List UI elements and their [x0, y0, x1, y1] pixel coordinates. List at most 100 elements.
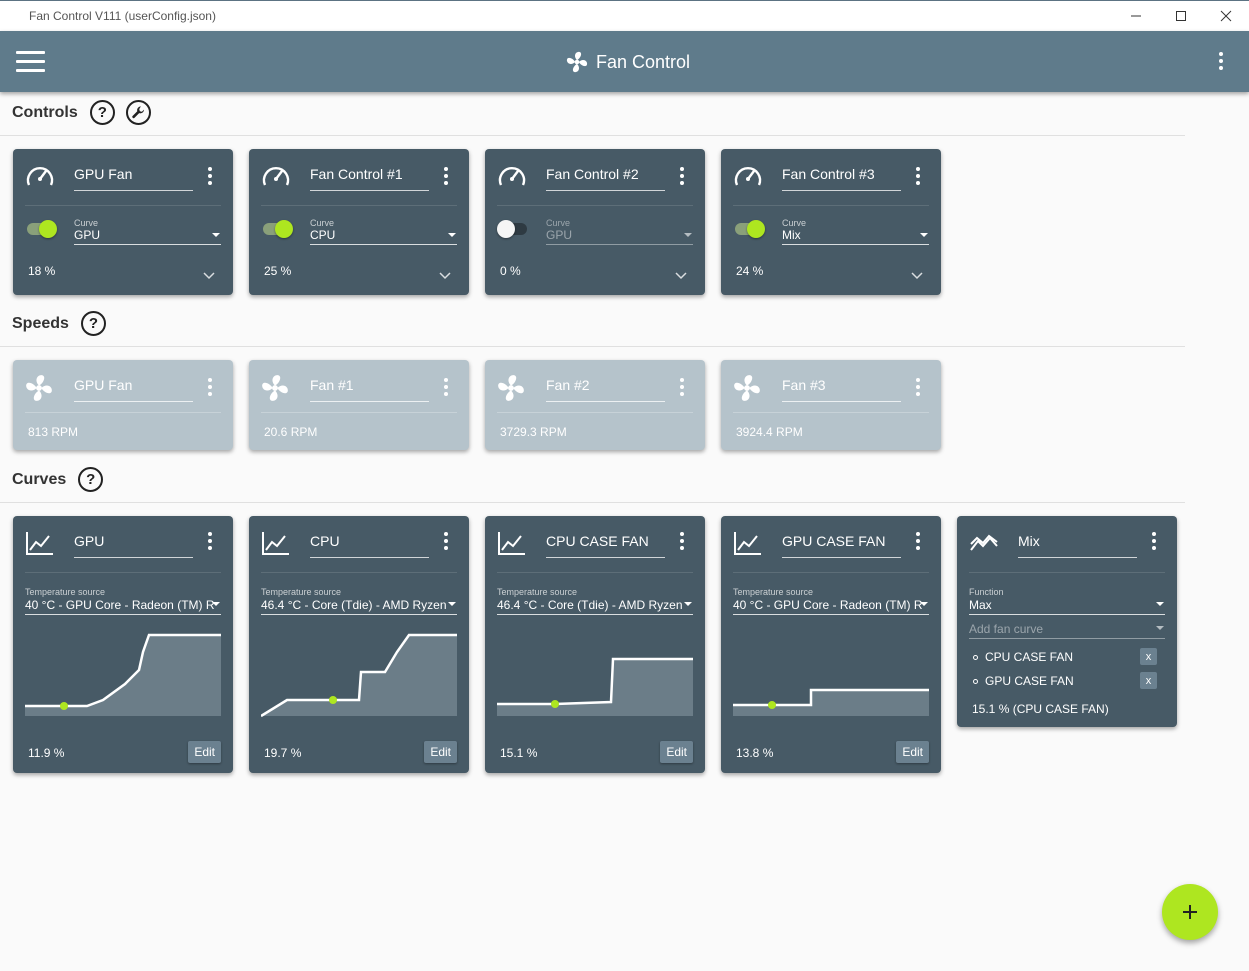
- expand-chevron-icon[interactable]: [675, 267, 687, 285]
- gauge-icon: [261, 163, 291, 194]
- enable-toggle[interactable]: [261, 219, 295, 239]
- fan-icon: [497, 374, 525, 407]
- more-vertical-icon[interactable]: [910, 529, 926, 553]
- card-divider: [497, 205, 693, 206]
- curve-graph[interactable]: [261, 632, 457, 718]
- curve-name[interactable]: GPU CASE FAN: [782, 533, 901, 558]
- enable-toggle[interactable]: [497, 219, 531, 239]
- hamburger-menu-icon[interactable]: [16, 51, 45, 73]
- speed-name[interactable]: Fan #3: [782, 377, 901, 402]
- card-divider: [25, 205, 221, 206]
- edit-button[interactable]: Edit: [188, 741, 221, 763]
- enable-toggle[interactable]: [25, 219, 59, 239]
- more-vertical-icon[interactable]: [674, 375, 690, 399]
- more-vertical-icon[interactable]: [674, 529, 690, 553]
- section-title-speeds: Speeds: [12, 314, 69, 332]
- mix-curve-name[interactable]: Mix: [1018, 533, 1137, 558]
- remove-item-button[interactable]: x: [1140, 672, 1157, 689]
- remove-item-button[interactable]: x: [1140, 648, 1157, 665]
- help-icon[interactable]: ?: [80, 311, 106, 336]
- edit-button[interactable]: Edit: [660, 741, 693, 763]
- speed-name[interactable]: Fan #2: [546, 377, 665, 402]
- curve-area: [261, 635, 457, 716]
- fan-icon: [566, 51, 588, 73]
- more-vertical-icon[interactable]: [910, 375, 926, 399]
- more-vertical-icon[interactable]: [1213, 49, 1229, 73]
- control-name[interactable]: Fan Control #2: [546, 166, 665, 191]
- edit-button[interactable]: Edit: [896, 741, 929, 763]
- more-vertical-icon[interactable]: [202, 164, 218, 188]
- curve-name[interactable]: CPU CASE FAN: [546, 533, 665, 558]
- curve-select[interactable]: GPU: [74, 228, 221, 245]
- add-button[interactable]: [1162, 884, 1218, 940]
- close-button[interactable]: [1203, 1, 1249, 31]
- function-select[interactable]: Max: [969, 598, 1165, 615]
- chevron-down-icon: [212, 602, 220, 606]
- curve-name[interactable]: GPU: [74, 533, 193, 558]
- control-card: Fan Control #1 Curve CPU 25 %: [249, 149, 469, 295]
- maximize-button[interactable]: [1158, 1, 1204, 31]
- curve-select[interactable]: Mix: [782, 228, 929, 245]
- minimize-icon: [1131, 15, 1141, 17]
- chevron-down-icon: [448, 602, 456, 606]
- help-icon[interactable]: ?: [89, 100, 115, 125]
- curve-name[interactable]: CPU: [310, 533, 429, 558]
- speed-rpm: 20.6 RPM: [264, 425, 318, 439]
- more-vertical-icon[interactable]: [202, 375, 218, 399]
- section-title-controls: Controls: [12, 103, 78, 121]
- control-card: GPU Fan Curve GPU 18 %: [13, 149, 233, 295]
- more-vertical-icon[interactable]: [674, 164, 690, 188]
- chevron-down-icon: [1156, 602, 1164, 606]
- temperature-source-select[interactable]: 46.4 °C - Core (Tdie) - AMD Ryzen: [261, 598, 457, 615]
- bullet-icon: [973, 678, 978, 684]
- more-vertical-icon[interactable]: [438, 164, 454, 188]
- more-vertical-icon[interactable]: [202, 529, 218, 553]
- card-divider: [25, 572, 221, 573]
- curve-select[interactable]: CPU: [310, 228, 457, 245]
- curve-area: [733, 690, 929, 716]
- temperature-source-label: Temperature source: [497, 587, 578, 597]
- speed-rpm: 813 RPM: [28, 425, 79, 439]
- temperature-source-select[interactable]: 46.4 °C - Core (Tdie) - AMD Ryzen: [497, 598, 693, 615]
- chevron-down-icon: [920, 233, 928, 237]
- more-vertical-icon[interactable]: [438, 529, 454, 553]
- mix-list-item: CPU CASE FAN: [973, 650, 1073, 664]
- speed-name[interactable]: Fan #1: [310, 377, 429, 402]
- curve-graph[interactable]: [733, 632, 929, 718]
- expand-chevron-icon[interactable]: [203, 267, 215, 285]
- more-vertical-icon[interactable]: [438, 375, 454, 399]
- speed-card: Fan #3 3924.4 RPM: [721, 360, 941, 450]
- expand-chevron-icon[interactable]: [439, 267, 451, 285]
- expand-chevron-icon[interactable]: [911, 267, 923, 285]
- help-icon[interactable]: ?: [78, 467, 104, 492]
- graph-icon: [733, 530, 763, 561]
- minimize-button[interactable]: [1113, 1, 1159, 31]
- card-divider: [261, 205, 457, 206]
- control-name[interactable]: GPU Fan: [74, 166, 193, 191]
- app-title: Fan Control: [596, 51, 691, 72]
- mix-output-value: 15.1 % (CPU CASE FAN): [972, 702, 1109, 716]
- speed-name[interactable]: GPU Fan: [74, 377, 193, 402]
- gauge-icon: [25, 163, 55, 194]
- card-divider: [497, 412, 693, 413]
- wrench-icon[interactable]: [125, 100, 151, 125]
- curve-card: CPU CASE FAN Temperature source 46.4 °C - …: [485, 516, 705, 773]
- curve-graph[interactable]: [25, 632, 221, 718]
- curve-card: CPU Temperature source 46.4 °C - Core (Tdi…: [249, 516, 469, 773]
- card-divider: [733, 412, 929, 413]
- curve-select[interactable]: GPU: [546, 228, 693, 245]
- temperature-source-select[interactable]: 40 °C - GPU Core - Radeon (TM) R: [733, 598, 929, 615]
- temperature-source-select[interactable]: 40 °C - GPU Core - Radeon (TM) R: [25, 598, 221, 615]
- control-name[interactable]: Fan Control #3: [782, 166, 901, 191]
- current-point-marker: [329, 696, 337, 704]
- mix-list-item: GPU CASE FAN: [973, 674, 1074, 688]
- control-name[interactable]: Fan Control #1: [310, 166, 429, 191]
- curve-graph[interactable]: [497, 632, 693, 718]
- enable-toggle[interactable]: [733, 219, 767, 239]
- add-fan-curve-select[interactable]: Add fan curve: [969, 622, 1165, 639]
- curve-card: GPU Temperature source 40 °C - GPU Core - …: [13, 516, 233, 773]
- card-divider: [733, 572, 929, 573]
- more-vertical-icon[interactable]: [1146, 529, 1162, 553]
- more-vertical-icon[interactable]: [910, 164, 926, 188]
- edit-button[interactable]: Edit: [424, 741, 457, 763]
